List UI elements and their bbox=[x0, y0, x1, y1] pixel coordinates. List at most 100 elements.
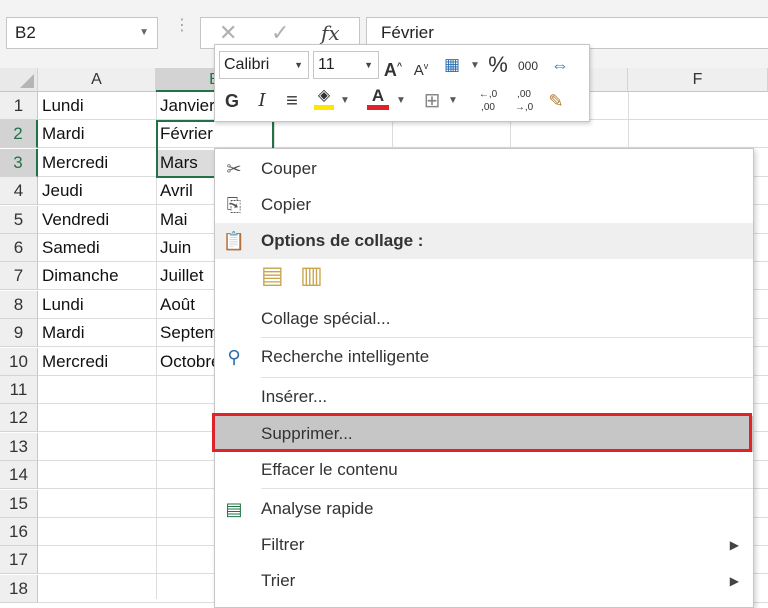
cell-b[interactable] bbox=[156, 461, 216, 489]
row-header[interactable]: 8 bbox=[0, 291, 38, 319]
menu-item-paste-special[interactable]: Collage spécial... bbox=[215, 301, 753, 337]
menu-item-label: Analyse rapide bbox=[261, 499, 374, 518]
row-header[interactable]: 5 bbox=[0, 206, 38, 234]
chevron-down-icon[interactable]: ▼ bbox=[294, 52, 303, 78]
menu-item-insert[interactable]: Insérer... bbox=[215, 379, 753, 415]
cell-b[interactable] bbox=[156, 546, 216, 574]
row-header[interactable]: 3 bbox=[0, 149, 38, 177]
row-header[interactable]: 9 bbox=[0, 319, 38, 347]
merge-center-icon[interactable]: ⇔ bbox=[545, 51, 575, 79]
column-header-a[interactable]: A bbox=[38, 68, 156, 92]
cell-a[interactable] bbox=[38, 546, 156, 574]
row-header[interactable]: 6 bbox=[0, 234, 38, 262]
menu-item-cut[interactable]: ✂ Couper bbox=[215, 151, 753, 187]
cell-b[interactable] bbox=[156, 433, 216, 461]
menu-item-sort[interactable]: Trier ▶ bbox=[215, 563, 753, 599]
cell-a[interactable]: Lundi bbox=[38, 291, 156, 319]
row-header[interactable]: 13 bbox=[0, 433, 38, 461]
menu-item-clear-contents[interactable]: Effacer le contenu bbox=[215, 452, 753, 488]
row-header[interactable]: 4 bbox=[0, 177, 38, 205]
increase-decimal-button[interactable]: ←,0 ,00 bbox=[471, 87, 505, 115]
chevron-down-icon[interactable]: ▼ bbox=[469, 52, 481, 80]
row-header[interactable]: 12 bbox=[0, 404, 38, 432]
chevron-down-icon[interactable]: ▼ bbox=[364, 52, 373, 78]
cell-b[interactable]: Août bbox=[156, 291, 216, 319]
format-styles-icon[interactable]: ▦ bbox=[439, 51, 465, 79]
decrease-font-size-icon[interactable]: Av bbox=[409, 52, 433, 80]
row-header[interactable]: 7 bbox=[0, 262, 38, 290]
paste-values-icon[interactable]: ▥ bbox=[300, 261, 323, 290]
cell-b[interactable]: Mai bbox=[156, 206, 216, 234]
cell-a[interactable]: Jeudi bbox=[38, 177, 156, 205]
row-header[interactable]: 2 bbox=[0, 120, 38, 148]
menu-divider bbox=[261, 337, 753, 338]
cell-a[interactable]: Dimanche bbox=[38, 262, 156, 290]
cell-a[interactable] bbox=[38, 433, 156, 461]
chevron-down-icon[interactable]: ▼ bbox=[339, 87, 351, 115]
scissors-icon: ✂ bbox=[226, 159, 242, 179]
cell-a[interactable] bbox=[38, 376, 156, 404]
italic-button[interactable]: I bbox=[249, 87, 275, 115]
font-name-select[interactable]: Calibri ▼ bbox=[219, 51, 309, 79]
align-center-icon[interactable]: ≡ bbox=[279, 87, 305, 115]
font-name-value: Calibri bbox=[224, 56, 270, 73]
enter-icon[interactable]: ✓ bbox=[271, 20, 289, 46]
bold-button[interactable]: G bbox=[219, 87, 245, 115]
cell-a[interactable]: Samedi bbox=[38, 234, 156, 262]
row-header[interactable]: 17 bbox=[0, 546, 38, 574]
cancel-icon[interactable]: ✕ bbox=[219, 20, 237, 46]
cell-a[interactable]: Mardi bbox=[38, 319, 156, 347]
cell-b[interactable]: Juin bbox=[156, 234, 216, 262]
row-header[interactable]: 14 bbox=[0, 461, 38, 489]
cell-b[interactable] bbox=[156, 404, 216, 432]
percent-button[interactable]: % bbox=[485, 51, 511, 79]
font-size-value: 11 bbox=[318, 56, 335, 73]
menu-item-filter[interactable]: Filtrer ▶ bbox=[215, 527, 753, 563]
row-header[interactable]: 11 bbox=[0, 376, 38, 404]
chevron-down-icon[interactable]: ▼ bbox=[447, 87, 459, 115]
format-painter-icon[interactable]: ✎ bbox=[543, 87, 569, 115]
cell-a[interactable]: Mardi bbox=[38, 120, 156, 148]
insert-function-button[interactable]: fx bbox=[321, 21, 340, 45]
name-box[interactable]: B2 ▼ bbox=[6, 17, 158, 49]
cell-a[interactable] bbox=[38, 490, 156, 518]
thousands-separator-button[interactable]: 000 bbox=[515, 52, 541, 80]
cell-b[interactable]: Juillet bbox=[156, 262, 216, 290]
cell-b[interactable] bbox=[156, 490, 216, 518]
cell-b[interactable]: Octobre bbox=[156, 348, 216, 376]
fill-color-icon[interactable]: ◈ bbox=[311, 85, 337, 113]
cell-a[interactable]: Mercredi bbox=[38, 348, 156, 376]
decrease-decimal-button[interactable]: ,00 →,0 bbox=[507, 87, 541, 115]
menu-item-copy[interactable]: ⎘ Copier bbox=[215, 187, 753, 223]
row-header[interactable]: 10 bbox=[0, 348, 38, 376]
row-header[interactable]: 1 bbox=[0, 92, 38, 120]
cell-b[interactable]: Septembre bbox=[156, 319, 216, 347]
cell-a[interactable] bbox=[38, 404, 156, 432]
increase-font-size-icon[interactable]: A^ bbox=[381, 52, 405, 80]
cell-a[interactable] bbox=[38, 518, 156, 546]
cell-a[interactable]: Vendredi bbox=[38, 206, 156, 234]
chevron-down-icon[interactable]: ▼ bbox=[139, 18, 149, 48]
cell-b[interactable] bbox=[156, 518, 216, 546]
menu-item-smart-lookup[interactable]: ⚲ Recherche intelligente bbox=[215, 339, 753, 375]
highlight-box bbox=[212, 413, 752, 452]
menu-item-quick-analysis[interactable]: ▤ Analyse rapide bbox=[215, 491, 753, 527]
paste-formatting-icon[interactable]: ▤ bbox=[261, 261, 284, 290]
row-header[interactable]: 15 bbox=[0, 490, 38, 518]
cell-b[interactable] bbox=[156, 376, 216, 404]
cell-a[interactable] bbox=[38, 461, 156, 489]
chevron-down-icon[interactable]: ▼ bbox=[395, 87, 407, 115]
menu-item-label: Effacer le contenu bbox=[261, 460, 398, 479]
cell-a[interactable]: Mercredi bbox=[38, 149, 156, 177]
borders-icon[interactable]: ⊞ bbox=[419, 87, 445, 115]
cell-a[interactable]: Lundi bbox=[38, 92, 156, 120]
font-color-icon[interactable]: A bbox=[365, 85, 391, 113]
cell-b[interactable]: Avril bbox=[156, 177, 216, 205]
menu-item-label: Insérer... bbox=[261, 387, 328, 406]
smart-lookup-icon: ⚲ bbox=[227, 347, 241, 367]
cell-b[interactable]: Janvier bbox=[156, 92, 216, 120]
column-header-f[interactable]: F bbox=[628, 68, 768, 92]
font-size-select[interactable]: 11 ▼ bbox=[313, 51, 379, 79]
select-all-button[interactable] bbox=[0, 68, 38, 92]
row-header[interactable]: 16 bbox=[0, 518, 38, 546]
